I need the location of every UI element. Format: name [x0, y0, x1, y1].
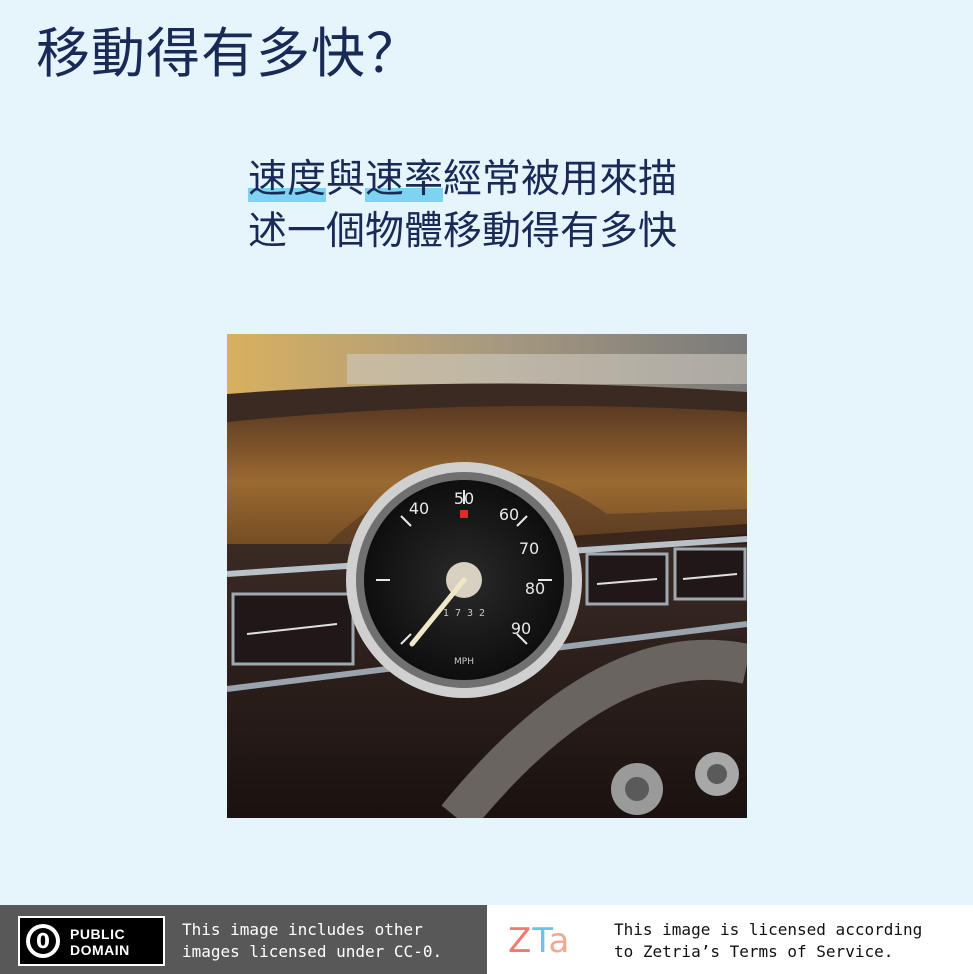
- highlight-velocity: 速率: [365, 157, 444, 202]
- body-text: 速度與速率經常被用來描 述一個物體移動得有多快: [248, 154, 677, 258]
- zetria-license-note: This image is licensed according to Zetri…: [614, 919, 922, 963]
- gauge-label-80: 80: [525, 579, 545, 598]
- zetria-note-line-1: This image is licensed according: [614, 920, 923, 939]
- highlight-speed: 速度: [248, 157, 327, 202]
- body-line-1: 速度與速率經常被用來描: [248, 154, 677, 206]
- public-domain-badge: 0 PUBLIC DOMAIN: [18, 916, 165, 966]
- public-domain-symbol: 0: [36, 929, 50, 953]
- zta-logo-t: T: [532, 921, 549, 961]
- zetria-note-line-2: to Zetria’s Terms of Service.: [614, 942, 894, 961]
- speedometer-photo: 40 50 60 70 80 90 1 7 3 2 MPH: [227, 334, 747, 818]
- zta-logo-a: a: [548, 921, 571, 961]
- gauge-label-90: 90: [511, 619, 531, 638]
- gauge-label-50: 50: [454, 489, 474, 508]
- gauge-label-60: 60: [499, 505, 519, 524]
- body-conjunction: 與: [326, 157, 366, 202]
- body-line-1-rest: 經常被用來描: [443, 157, 678, 202]
- footer-left-panel: 0 PUBLIC DOMAIN This image includes othe…: [0, 905, 487, 974]
- gauge-label-40: 40: [409, 499, 429, 518]
- license-footer: 0 PUBLIC DOMAIN This image includes othe…: [0, 905, 973, 974]
- cc0-note-line-2: images licensed under CC-0.: [182, 942, 443, 961]
- body-line-2: 述一個物體移動得有多快: [248, 209, 678, 254]
- cc0-note: This image includes other images licensed…: [182, 919, 442, 963]
- speedometer-illustration: 40 50 60 70 80 90 1 7 3 2 MPH: [227, 334, 747, 818]
- badge-line-1: PUBLIC: [70, 926, 126, 942]
- public-domain-label: PUBLIC DOMAIN: [70, 926, 130, 958]
- badge-line-2: DOMAIN: [70, 942, 130, 958]
- gauge-label-70: 70: [519, 539, 539, 558]
- zta-logo-z: Z: [508, 921, 533, 961]
- zta-logo: ZTa: [508, 921, 570, 961]
- slide-title: 移動得有多快？: [36, 22, 421, 85]
- gauge-odometer: 1 7 3 2: [443, 608, 485, 619]
- cc0-note-line-1: This image includes other: [182, 920, 423, 939]
- gauge-unit: MPH: [454, 657, 474, 667]
